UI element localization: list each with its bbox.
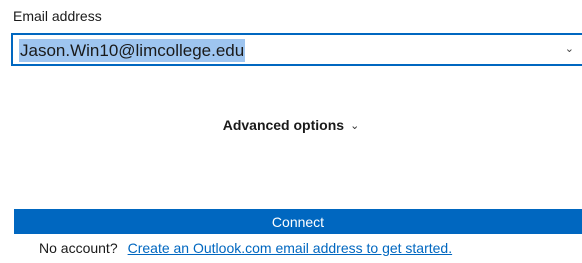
email-address-label: Email address <box>13 8 102 24</box>
chevron-down-icon[interactable]: ⌄ <box>565 42 574 55</box>
no-account-footer: No account? Create an Outlook.com email a… <box>39 240 452 256</box>
advanced-options-label: Advanced options <box>222 117 345 133</box>
connect-button[interactable]: Connect <box>14 209 582 234</box>
create-outlook-account-link[interactable]: Create an Outlook.com email address to g… <box>128 240 453 256</box>
add-account-form: Email address Jason.Win10@limcollege.edu… <box>0 0 582 263</box>
advanced-options-toggle[interactable]: Advanced options ⌄ <box>0 117 582 133</box>
email-field-value[interactable]: Jason.Win10@limcollege.edu <box>19 39 246 62</box>
email-field[interactable]: Jason.Win10@limcollege.edu ⌄ <box>11 33 582 66</box>
no-account-text: No account? <box>39 240 118 256</box>
chevron-down-icon: ⌄ <box>350 120 360 132</box>
